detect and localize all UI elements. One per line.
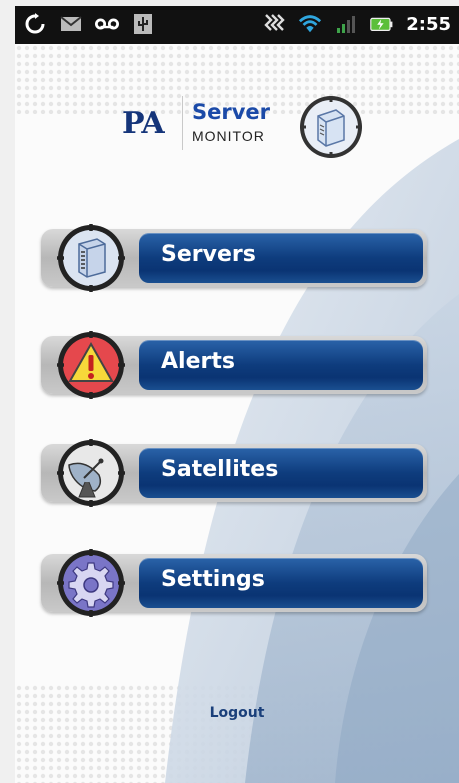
usb-icon	[131, 12, 155, 36]
gear-icon	[57, 549, 125, 617]
menu-item-satellites[interactable]: Satellites	[41, 434, 427, 510]
gmail-icon	[59, 12, 83, 36]
menu-item-alerts[interactable]: Alerts	[41, 326, 427, 402]
logo-pa-text: PA	[122, 106, 165, 141]
app-screen: 2:55 PA Server MONITOR Servers Alerts Sa…	[15, 6, 459, 783]
menu-item-servers[interactable]: Servers	[41, 219, 427, 295]
logout-link[interactable]: Logout	[15, 705, 459, 721]
app-logo: PA Server MONITOR	[122, 88, 372, 164]
wifi-icon	[298, 12, 322, 36]
server-icon	[57, 224, 125, 292]
logo-monitor-text: MONITOR	[192, 128, 265, 144]
status-bar: 2:55	[15, 6, 459, 44]
status-time: 2:55	[406, 13, 451, 35]
server-monitor-logo-icon	[300, 96, 362, 158]
menu-item-label: Satellites	[161, 457, 279, 482]
battery-charging-icon	[370, 12, 394, 36]
menu-item-label: Alerts	[161, 349, 235, 374]
sync-icon	[23, 12, 47, 36]
screen-frame: 2:55 PA Server MONITOR Servers Alerts Sa…	[0, 0, 459, 783]
menu-item-settings[interactable]: Settings	[41, 544, 427, 620]
vibrate-icon	[262, 12, 286, 36]
logo-server-text: Server	[192, 100, 271, 124]
menu-item-label: Settings	[161, 567, 265, 592]
menu-item-label: Servers	[161, 242, 256, 267]
satellite-dish-icon	[57, 439, 125, 507]
voicemail-icon	[95, 12, 119, 36]
signal-icon	[334, 12, 358, 36]
alert-icon	[57, 331, 125, 399]
logo-divider	[182, 96, 183, 150]
